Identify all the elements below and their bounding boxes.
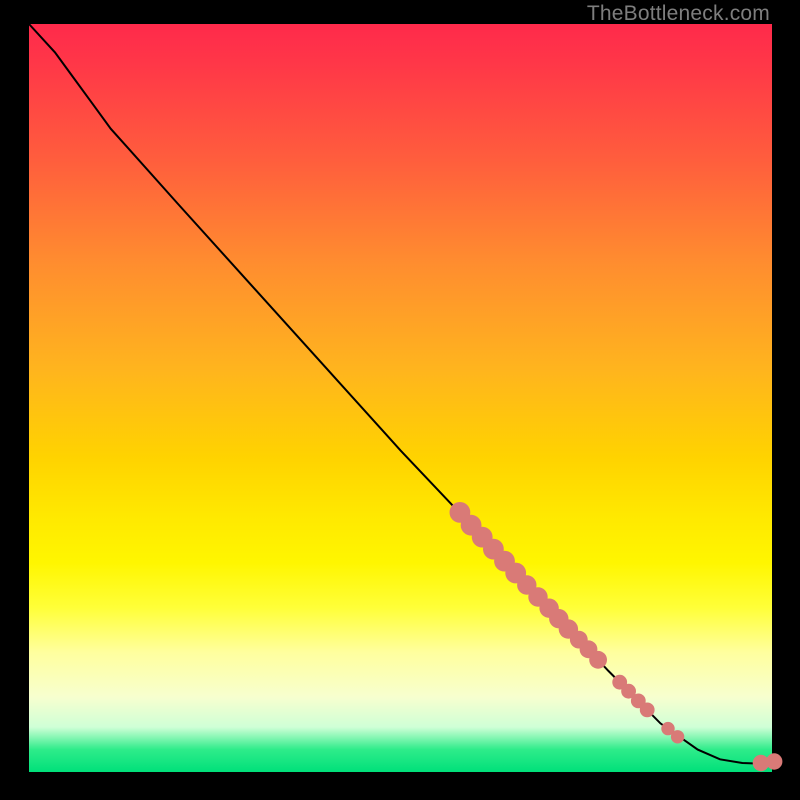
chart-svg [29, 24, 772, 772]
data-point [589, 651, 607, 669]
data-point [640, 703, 655, 718]
chart-stage: TheBottleneck.com [0, 0, 800, 800]
data-point [766, 753, 782, 769]
marker-group [450, 502, 783, 771]
watermark-label: TheBottleneck.com [587, 2, 770, 26]
data-point [671, 730, 684, 743]
curve-line [29, 24, 776, 764]
